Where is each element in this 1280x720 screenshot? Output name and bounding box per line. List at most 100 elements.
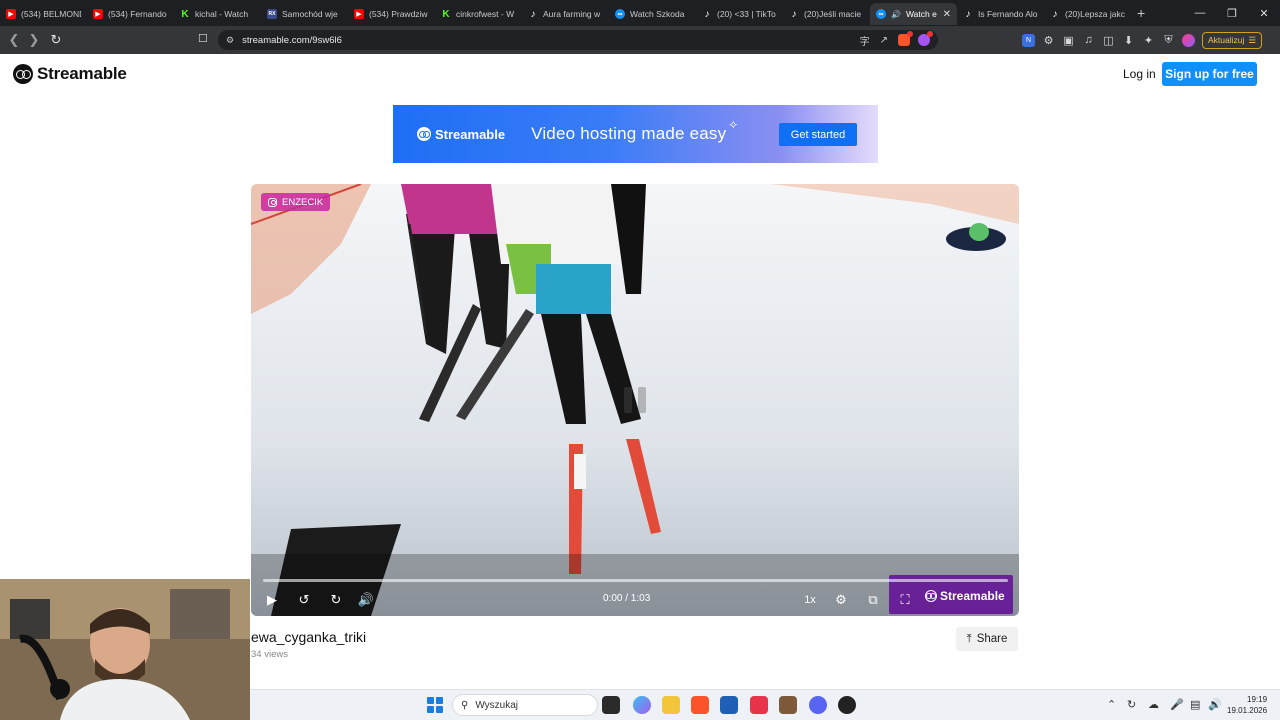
share-icon: ⤒: [966, 632, 972, 645]
tab-audio-icon[interactable]: 🔊: [891, 10, 901, 19]
video-player[interactable]: ENZECIK Streamable ▶ ↺ ↻ 🔊 0:00 / 1:03 1…: [251, 184, 1019, 616]
brave-taskbar-icon[interactable]: [691, 696, 709, 714]
youtube-icon: ▶: [6, 9, 16, 19]
leo-ai-icon[interactable]: ✦: [1142, 34, 1155, 47]
close-window-icon[interactable]: ✕: [1248, 0, 1280, 26]
taskbar-search-label: Wyszukaj: [475, 699, 519, 711]
share-label: Share: [976, 633, 1008, 645]
browser-tab[interactable]: ▶ (534) Prawdziw: [348, 3, 435, 25]
browser-tab[interactable]: ♪ (20) <33 | TikTo: [696, 3, 783, 25]
onedrive-icon[interactable]: ☁: [1148, 698, 1159, 711]
store-icon[interactable]: [720, 696, 738, 714]
rewind-10-icon[interactable]: ↺: [295, 590, 313, 610]
obs-app-icon[interactable]: [779, 696, 797, 714]
time-display: 0:00 / 1:03: [603, 593, 651, 604]
brave-profile-icon[interactable]: [750, 696, 768, 714]
tab-list: ▶ (534) BELMONDO ▶ (534) Fernando Kkichal - …: [0, 1, 1131, 25]
forward-icon[interactable]: ❯: [24, 30, 44, 50]
share-button[interactable]: ⤒ Share: [956, 627, 1018, 651]
youtube-icon: ▶: [93, 9, 103, 19]
downloads-icon[interactable]: ⬇: [1122, 34, 1135, 47]
browser-tab[interactable]: ♪ (20)Lepsza jakc: [1044, 3, 1131, 25]
task-view-icon[interactable]: [602, 696, 620, 714]
kick-icon: K: [441, 8, 451, 20]
taskbar-search[interactable]: ⚲ Wyszukaj: [452, 694, 598, 716]
windows-start-icon[interactable]: [427, 697, 443, 713]
sidebar-icon[interactable]: ◫: [1102, 34, 1115, 47]
browser-tab[interactable]: ∞ 🔊 Watch e ✕: [870, 3, 957, 25]
webcam-overlay: [0, 579, 250, 720]
browser-tab-strip: ▶ (534) BELMONDO ▶ (534) Fernando Kkichal - …: [0, 0, 1280, 26]
browser-tab[interactable]: ♪ Aura farming w: [522, 3, 609, 25]
tray-sync-icon[interactable]: ↻: [1127, 698, 1136, 711]
playback-speed-button[interactable]: 1x: [801, 590, 819, 610]
fullscreen-icon[interactable]: ⛶: [896, 590, 914, 610]
promo-banner[interactable]: Streamable Video hosting made easy ✧ Get…: [393, 105, 878, 163]
share-page-icon[interactable]: ↗: [880, 35, 888, 46]
clock-date: 19.01.2026: [1227, 706, 1268, 715]
brave-rewards-icon[interactable]: [918, 31, 933, 46]
tab-label: (534) Fernando: [108, 9, 167, 19]
brave-shields-icon[interactable]: [898, 31, 913, 46]
vpn-shield-icon[interactable]: ⛨: [1162, 34, 1175, 47]
forward-10-icon[interactable]: ↻: [327, 590, 345, 610]
media-icon[interactable]: ♫: [1082, 34, 1095, 47]
banner-tagline: Video hosting made easy: [531, 124, 727, 143]
search-icon: ⚲: [461, 699, 469, 711]
get-started-button[interactable]: Get started: [779, 123, 857, 146]
speaker-icon[interactable]: 🔊: [1208, 698, 1222, 711]
new-tab-button[interactable]: +: [1137, 5, 1145, 21]
login-link[interactable]: Log in: [1123, 67, 1156, 81]
signup-button[interactable]: Sign up for free: [1162, 62, 1257, 86]
menu-icon: ☰: [1248, 34, 1257, 45]
back-icon[interactable]: ❮: [4, 30, 24, 50]
browser-tab[interactable]: ▶ (534) Fernando: [87, 3, 174, 25]
tab-label: (534) Prawdziw: [369, 9, 428, 19]
update-button[interactable]: Aktualizuj ☰: [1202, 31, 1263, 49]
system-clock[interactable]: 19:19 19.01.2026: [1227, 694, 1267, 716]
settings-gear-icon[interactable]: ⚙: [832, 590, 850, 610]
uploader-badge[interactable]: ENZECIK: [261, 193, 331, 211]
streamable-logo[interactable]: Streamable: [13, 64, 127, 84]
wallet-icon[interactable]: [1182, 33, 1195, 47]
reload-icon[interactable]: ↻: [46, 30, 66, 50]
extensions-puzzle-icon[interactable]: ⚙: [1042, 34, 1055, 47]
browser-tab[interactable]: RX Samochód wje: [261, 3, 348, 25]
sparkle-icon: ✧: [728, 118, 739, 132]
bookmark-icon[interactable]: ☐: [198, 32, 208, 45]
banner-logo-icon: [417, 127, 431, 141]
close-tab-icon[interactable]: ✕: [943, 9, 951, 20]
seek-bar[interactable]: [263, 579, 1008, 582]
obs-studio-icon[interactable]: [838, 696, 856, 714]
tab-label: kichal - Watch: [195, 9, 249, 19]
restore-icon[interactable]: ❐: [1216, 0, 1248, 26]
browser-tab[interactable]: ♪ Is Fernando Alo: [957, 3, 1044, 25]
address-bar[interactable]: ⚙ streamable.com/9sw6l6 字 ↗: [218, 30, 938, 50]
site-info-icon[interactable]: ⚙: [226, 35, 234, 46]
network-icon[interactable]: ▤: [1190, 698, 1200, 711]
tab-label: cinkrofwest - W: [456, 9, 515, 19]
clock-time: 19:19: [1247, 695, 1268, 704]
url-text[interactable]: streamable.com/9sw6l6: [242, 35, 850, 46]
browser-tab[interactable]: ♪ (20)Jeśli macie: [783, 3, 870, 25]
minimize-icon[interactable]: —: [1184, 0, 1216, 26]
center-pause-icon[interactable]: [607, 376, 663, 424]
browser-tab[interactable]: ▶ (534) BELMONDO: [0, 3, 87, 25]
tab-label: Aura farming w: [543, 9, 601, 19]
microphone-icon[interactable]: 🎤: [1170, 698, 1184, 711]
banner-logo: Streamable: [417, 127, 505, 142]
file-explorer-icon[interactable]: [662, 696, 680, 714]
discord-icon[interactable]: [809, 696, 827, 714]
browser-tab[interactable]: Kkichal - Watch: [174, 3, 261, 25]
streamable-icon: ∞: [615, 9, 625, 19]
play-icon[interactable]: ▶: [263, 590, 281, 610]
browser-tab[interactable]: ∞ Watch Szkoda: [609, 3, 696, 25]
picture-in-picture-icon[interactable]: ⧉: [864, 590, 882, 610]
tray-chevron-icon[interactable]: ⌃: [1107, 698, 1116, 711]
extension-new-icon[interactable]: N: [1022, 33, 1035, 47]
translate-icon[interactable]: 字: [860, 33, 870, 48]
screenshot-icon[interactable]: ▣: [1062, 34, 1075, 47]
browser-tab[interactable]: Kcinkrofwest - W: [435, 3, 522, 25]
copilot-icon[interactable]: [633, 696, 651, 714]
volume-icon[interactable]: 🔊: [357, 590, 375, 610]
